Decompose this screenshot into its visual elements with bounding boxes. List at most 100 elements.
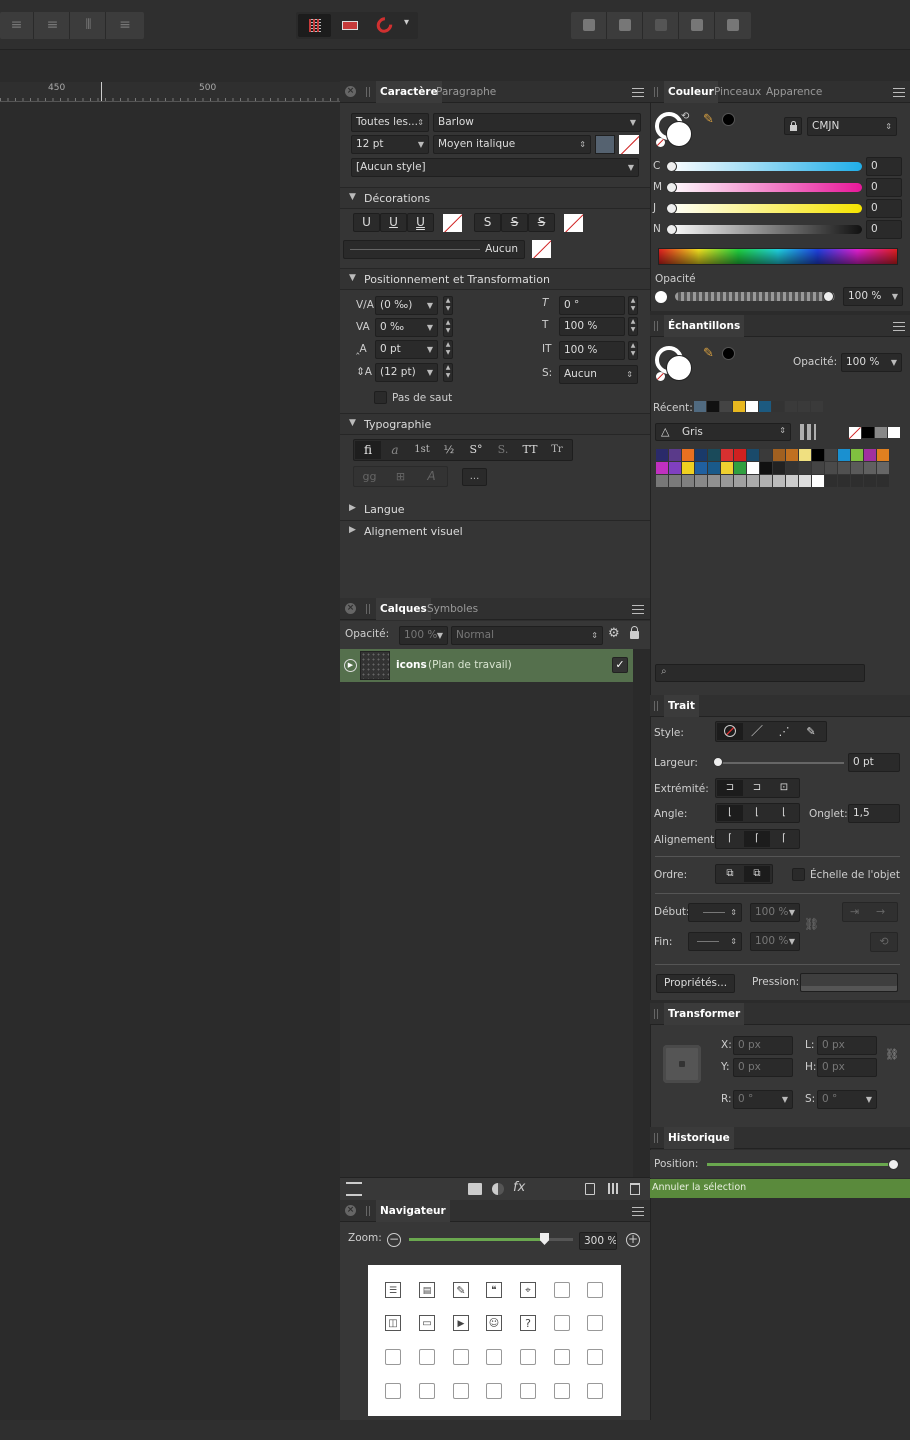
baseline-field[interactable]: 0 pt ▼ xyxy=(375,340,438,359)
decoration-line-none-swatch[interactable] xyxy=(532,240,551,258)
picked-color-swatch[interactable] xyxy=(722,347,735,360)
snapping-dropdown-arrow[interactable]: ▾ xyxy=(404,17,409,28)
palette-swatch[interactable] xyxy=(734,475,746,487)
palette-swatch[interactable] xyxy=(812,475,824,487)
h-field[interactable]: 0 px xyxy=(817,1058,877,1077)
char-style-select[interactable]: [Aucun style] ▼ xyxy=(351,158,639,177)
palette-swatch[interactable] xyxy=(708,475,720,487)
panel-menu-icon[interactable] xyxy=(893,88,905,97)
underline-color-none-swatch[interactable] xyxy=(443,214,462,232)
ligature-fi-button[interactable]: fi xyxy=(355,441,381,459)
tab-echantillons[interactable]: Échantillons xyxy=(664,315,745,337)
palette-swatch[interactable] xyxy=(786,475,798,487)
position-transform-section-header[interactable]: ▼ Positionnement et Transformation xyxy=(340,268,650,290)
vertical-scale-field[interactable]: 100 % xyxy=(559,341,625,360)
spectrum-bar[interactable] xyxy=(658,248,898,265)
swap-arrowheads-button[interactable]: ⟲ xyxy=(870,932,898,952)
leading-field[interactable]: (12 pt) ▼ xyxy=(375,363,438,382)
channel-n-handle[interactable] xyxy=(666,224,677,235)
swatch-gray[interactable] xyxy=(875,427,887,438)
divide-boolean-button[interactable] xyxy=(715,12,751,39)
typography-section-header[interactable]: ▼ Typographie xyxy=(340,413,650,435)
panel-menu-icon[interactable] xyxy=(893,322,905,331)
round-join-button[interactable]: ⌊ xyxy=(744,805,770,821)
panel-menu-icon[interactable] xyxy=(632,88,644,97)
recent-swatch[interactable] xyxy=(720,401,732,412)
align-left-button[interactable]: ≡ xyxy=(0,12,34,39)
text-stroke-none-swatch[interactable] xyxy=(619,135,639,154)
swash-a-button[interactable]: a xyxy=(382,441,408,459)
picked-color-swatch[interactable] xyxy=(722,113,735,126)
tab-navigateur[interactable]: Navigateur xyxy=(376,1200,450,1222)
grid-snap-button[interactable] xyxy=(298,14,331,37)
palette-swatch[interactable] xyxy=(734,449,746,461)
align-outside-stroke-button[interactable]: ⌈ xyxy=(771,831,797,847)
xor-boolean-button[interactable] xyxy=(679,12,715,39)
swap-colors-icon[interactable]: ⟲ xyxy=(681,111,689,122)
arrow-outside-icon[interactable]: → xyxy=(876,905,885,918)
palette-swatch[interactable] xyxy=(877,449,889,461)
palette-swatch[interactable] xyxy=(734,462,746,474)
recent-swatch[interactable] xyxy=(694,401,706,412)
navigator-preview[interactable]: ☰ ▤ ✎ ❝ ⌖ ◫ ▭ ▶ ☺ ? xyxy=(368,1265,621,1416)
palette-swatch[interactable] xyxy=(682,475,694,487)
color-opacity-handle[interactable] xyxy=(823,291,834,302)
subtract-boolean-button[interactable] xyxy=(607,12,643,39)
palette-swatch[interactable] xyxy=(851,462,863,474)
tab-symboles[interactable]: Symboles xyxy=(423,598,482,620)
palette-swatch[interactable] xyxy=(773,449,785,461)
tab-apparence[interactable]: Apparence xyxy=(762,81,826,103)
palette-swatch[interactable] xyxy=(669,475,681,487)
add-boolean-button[interactable] xyxy=(571,12,607,39)
snap-to-object-button[interactable] xyxy=(333,14,366,37)
bevel-join-button[interactable]: ⌊ xyxy=(771,805,797,821)
small-caps-button[interactable]: Tr xyxy=(544,441,570,459)
skew-stepper[interactable]: ▲ ▼ xyxy=(628,296,638,315)
close-icon[interactable]: × xyxy=(345,603,356,614)
miter-join-button[interactable]: ⌊ xyxy=(717,805,743,821)
underline-single-button[interactable]: U xyxy=(380,213,407,232)
tab-transformer[interactable]: Transformer xyxy=(664,1003,745,1025)
panel-menu-icon[interactable] xyxy=(632,605,644,614)
palette-swatch[interactable] xyxy=(825,462,837,474)
fraction-button[interactable]: ½ xyxy=(436,441,462,459)
eyedropper-icon[interactable]: ✎ xyxy=(703,112,714,127)
underline-none-button[interactable]: U xyxy=(353,213,380,232)
width-slider-track[interactable] xyxy=(716,762,844,764)
glyph-grid-button[interactable]: ⊞ xyxy=(386,468,415,485)
alignement-visuel-section-header[interactable]: ▶ Alignement visuel xyxy=(340,521,650,543)
history-position-handle[interactable] xyxy=(888,1159,899,1170)
font-collection-select[interactable]: Toutes les... ⇕ xyxy=(351,113,429,132)
palette-swatch[interactable] xyxy=(838,475,850,487)
palette-swatch[interactable] xyxy=(812,462,824,474)
palette-options-icon[interactable] xyxy=(800,424,816,440)
swatch-search-field[interactable]: ⌕ xyxy=(655,664,865,682)
layers-stack-icon[interactable] xyxy=(346,1182,362,1196)
expand-layer-icon[interactable]: ▶ xyxy=(344,659,357,672)
palette-select[interactable]: △ Gris ⇕ xyxy=(655,423,791,441)
palette-swatch[interactable] xyxy=(695,475,707,487)
end-scale-field[interactable]: 100 % ▼ xyxy=(750,932,800,951)
recent-swatch[interactable] xyxy=(733,401,745,412)
align-center-button[interactable]: ≡ xyxy=(36,12,70,39)
color-opacity-field[interactable]: 100 % ▼ xyxy=(843,287,903,306)
zoom-in-icon[interactable]: + xyxy=(626,1233,640,1247)
anchor-point-selector[interactable] xyxy=(663,1045,701,1083)
end-arrowhead-select[interactable]: ⇕ xyxy=(688,932,742,951)
miter-field[interactable]: 1,5 xyxy=(848,804,900,823)
recent-swatch[interactable] xyxy=(798,401,810,412)
text-fill-color-swatch[interactable] xyxy=(595,135,615,154)
palette-swatch[interactable] xyxy=(851,475,863,487)
horizontal-scale-stepper[interactable]: ▲ ▼ xyxy=(628,317,638,336)
zoom-slider[interactable] xyxy=(409,1233,573,1245)
palette-swatch[interactable] xyxy=(773,462,785,474)
palette-swatch[interactable] xyxy=(877,462,889,474)
butt-cap-button[interactable]: ⊐ xyxy=(717,780,743,796)
palette-swatch[interactable] xyxy=(760,462,772,474)
palette-swatch[interactable] xyxy=(838,462,850,474)
recent-swatch[interactable] xyxy=(707,401,719,412)
grid-layers-icon[interactable] xyxy=(608,1183,619,1194)
lock-color-button[interactable] xyxy=(784,117,802,135)
trash-icon[interactable] xyxy=(630,1183,640,1195)
mask-icon[interactable] xyxy=(468,1183,482,1195)
